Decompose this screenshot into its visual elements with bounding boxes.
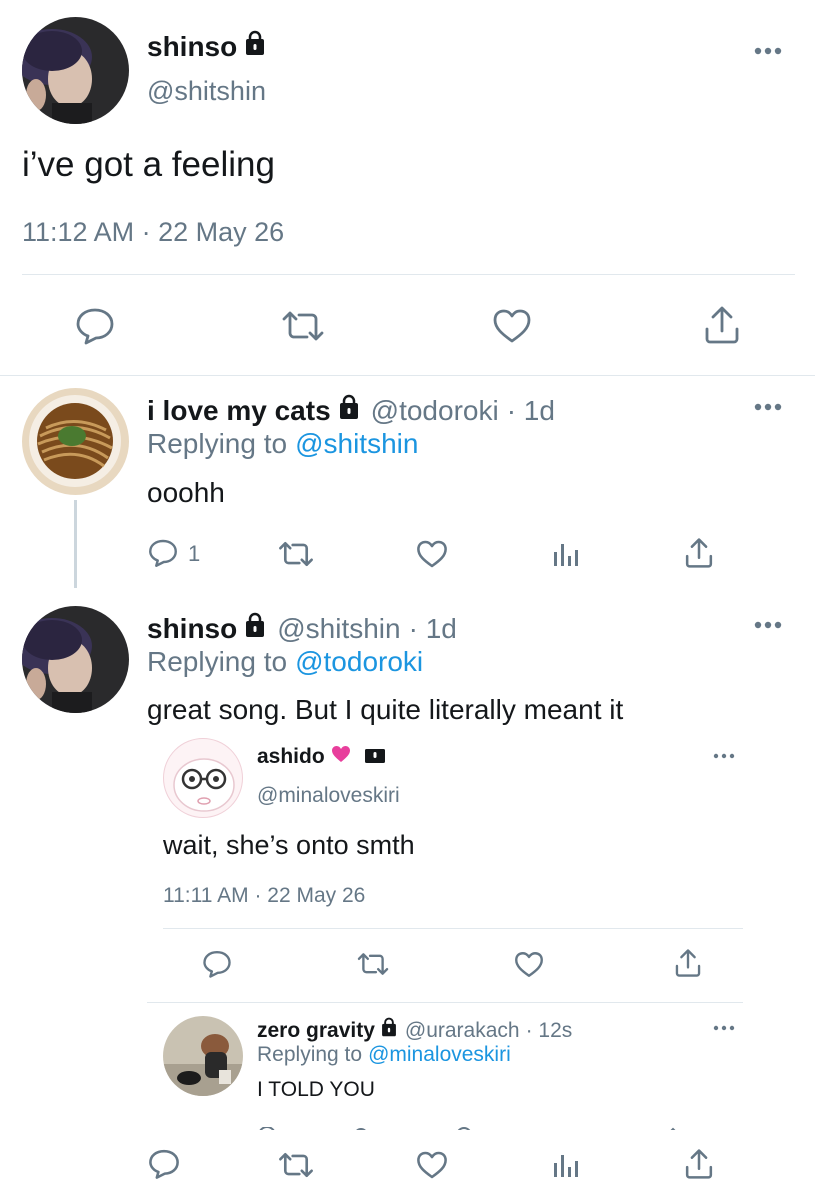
- reply-1-text: ooohh: [147, 477, 225, 508]
- reply-2-replying-to[interactable]: @todoroki: [295, 646, 423, 678]
- retweet-icon[interactable]: [356, 951, 390, 977]
- more-icon[interactable]: [713, 1024, 735, 1032]
- like-icon[interactable]: [514, 951, 544, 978]
- cropped-screenshot-edge: [147, 1122, 743, 1130]
- reply-1-reply-count: 1: [188, 541, 201, 566]
- share-icon[interactable]: [703, 305, 741, 345]
- quoted-tweet-text: wait, she’s onto smth: [163, 830, 415, 860]
- quoted-tweet-timestamp[interactable]: 11:11 AM · 22 May 26: [163, 884, 365, 908]
- nested-reply-handle[interactable]: @urarakach: [405, 1019, 520, 1043]
- section-divider: [0, 375, 815, 376]
- more-icon[interactable]: [753, 620, 783, 630]
- share-icon[interactable]: [684, 537, 714, 569]
- share-icon[interactable]: [674, 948, 702, 978]
- retweet-icon[interactable]: [277, 1151, 315, 1179]
- lock-icon: [339, 394, 359, 427]
- reply-icon[interactable]: [75, 307, 115, 345]
- quoted-tweet-avatar[interactable]: [163, 738, 243, 818]
- more-icon[interactable]: [753, 46, 783, 56]
- lock-icon: [245, 612, 265, 645]
- reply-icon[interactable]: [148, 538, 178, 568]
- reply-icon[interactable]: [148, 1148, 180, 1180]
- reply-icon[interactable]: [202, 950, 232, 978]
- nested-reply-avatar[interactable]: [163, 1016, 243, 1096]
- share-icon[interactable]: [684, 1148, 714, 1180]
- retweet-icon[interactable]: [277, 540, 315, 568]
- lock-icon: [381, 1017, 397, 1043]
- like-icon[interactable]: [492, 308, 532, 344]
- nested-reply-age: · 12s: [525, 1019, 573, 1042]
- main-tweet-display-name[interactable]: shinso: [147, 31, 237, 63]
- reply-1-avatar[interactable]: [22, 388, 129, 495]
- divider: [22, 274, 795, 275]
- reply-1-handle[interactable]: @todoroki: [371, 395, 499, 427]
- reply-1-age: · 1d: [506, 395, 555, 426]
- quoted-tweet-display-name[interactable]: ashido: [257, 745, 325, 769]
- reply-1-replying-to[interactable]: @shitshin: [295, 428, 418, 460]
- main-tweet-timestamp[interactable]: 11:12 AM · 22 May 26: [22, 217, 284, 248]
- retweet-icon[interactable]: [280, 309, 326, 343]
- analytics-icon[interactable]: [552, 1151, 580, 1179]
- divider: [147, 1002, 743, 1003]
- reply-2-replying-prefix: Replying to: [147, 646, 288, 677]
- pink-heart-icon: [331, 745, 351, 769]
- nested-reply-replying-to[interactable]: @minaloveskiri: [368, 1043, 511, 1067]
- nested-reply-text: I TOLD YOU: [257, 1078, 375, 1101]
- nested-reply-replying-prefix: Replying to: [257, 1043, 363, 1066]
- main-tweet-handle[interactable]: @shitshin: [147, 76, 266, 107]
- reply-2-display-name[interactable]: shinso: [147, 613, 237, 645]
- thread-line: [74, 500, 77, 588]
- reply-2-handle[interactable]: @shitshin: [277, 613, 400, 645]
- analytics-icon[interactable]: [552, 540, 580, 568]
- main-tweet-text: i’ve got a feeling: [22, 145, 275, 184]
- more-icon[interactable]: [713, 752, 735, 760]
- nested-reply-display-name[interactable]: zero gravity: [257, 1019, 375, 1043]
- reply-2-age: · 1d: [408, 613, 457, 644]
- lock-icon: [245, 30, 265, 63]
- reply-2-avatar[interactable]: [22, 606, 129, 713]
- reply-1-replying-prefix: Replying to: [147, 428, 288, 459]
- more-icon[interactable]: [753, 402, 783, 412]
- main-tweet-avatar[interactable]: [22, 17, 129, 124]
- lock-icon: [364, 745, 385, 769]
- like-icon[interactable]: [416, 539, 448, 569]
- quoted-tweet-handle[interactable]: @minaloveskiri: [257, 784, 400, 808]
- divider: [163, 928, 743, 929]
- reply-1-display-name[interactable]: i love my cats: [147, 395, 331, 427]
- reply-2-text: great song. But I quite literally meant …: [147, 694, 624, 725]
- like-icon[interactable]: [416, 1150, 448, 1180]
